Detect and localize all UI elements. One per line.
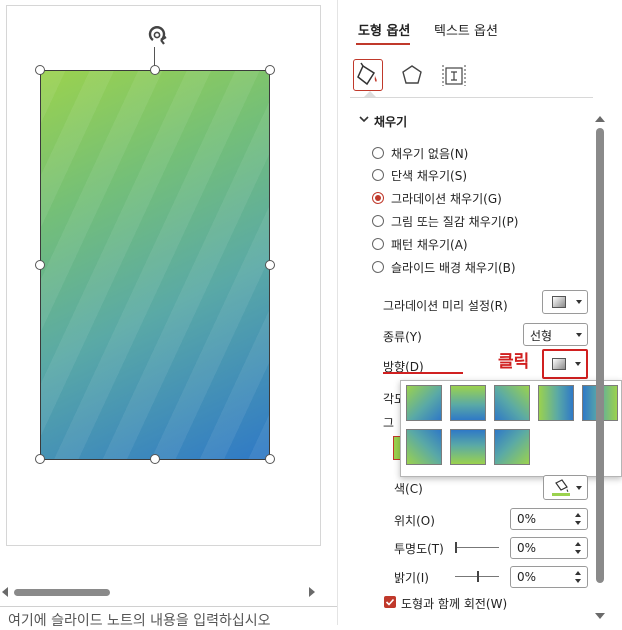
spin-up-icon[interactable] — [575, 571, 581, 575]
direction-swatch-8[interactable] — [494, 429, 530, 465]
transparency-slider-handle[interactable] — [455, 542, 457, 553]
position-label: 위치(O) — [394, 514, 435, 528]
preset-gradients-label: 그라데이션 미리 설정(R) — [383, 299, 508, 313]
type-label: 종류(Y) — [383, 330, 422, 344]
section-title-fill[interactable]: 채우기 — [374, 113, 407, 130]
direction-swatch-4[interactable] — [538, 385, 574, 421]
tab-shape-options[interactable]: 도형 옵션 — [358, 20, 410, 39]
radio-label: 그라데이션 채우기(G) — [391, 191, 502, 206]
spin-down-icon[interactable] — [575, 579, 581, 583]
paint-bucket-icon — [552, 479, 570, 496]
radio-label: 채우기 없음(N) — [391, 146, 469, 161]
direction-gallery — [400, 380, 622, 477]
click-annotation-text: 클릭 — [498, 352, 530, 372]
resize-handle-right[interactable] — [265, 260, 275, 270]
radio-button[interactable] — [372, 238, 384, 250]
transparency-slider[interactable] — [455, 547, 499, 548]
brightness-spinner[interactable]: 0% — [510, 566, 588, 588]
resize-handle-left[interactable] — [35, 260, 45, 270]
chevron-down-icon[interactable] — [359, 114, 369, 124]
radio-button[interactable] — [372, 169, 384, 181]
resize-handle-bottom[interactable] — [150, 454, 160, 464]
gradient-stops-label-partial: 그 — [383, 416, 395, 430]
spin-up-icon[interactable] — [575, 513, 581, 517]
brightness-label: 밝기(I) — [394, 571, 429, 585]
transparency-value: 0% — [517, 541, 537, 555]
brightness-slider-handle[interactable] — [477, 571, 479, 582]
color-label: 색(C) — [394, 482, 423, 496]
radio-solid-fill[interactable]: 단색 채우기(S) — [372, 166, 467, 184]
check-icon — [385, 598, 395, 606]
direction-button[interactable] — [542, 349, 588, 379]
radio-label: 단색 채우기(S) — [391, 168, 467, 183]
pane-divider — [350, 97, 593, 98]
annotation-underline — [383, 372, 463, 374]
radio-pattern-fill[interactable]: 패턴 채우기(A) — [372, 235, 468, 253]
radio-button[interactable] — [372, 215, 384, 227]
fill-line-icon[interactable] — [353, 59, 383, 91]
radio-label: 그림 또는 질감 채우기(P) — [391, 214, 519, 229]
rotate-with-shape-checkbox[interactable] — [384, 596, 396, 608]
tab-text-options[interactable]: 텍스트 옵션 — [434, 20, 498, 39]
vertical-scrollbar-thumb[interactable] — [596, 128, 604, 583]
resize-handle-bottom-right[interactable] — [265, 454, 275, 464]
preset-gradients-button[interactable] — [542, 290, 588, 314]
brightness-value: 0% — [517, 570, 537, 584]
size-properties-icon[interactable] — [439, 59, 469, 91]
radio-slide-background-fill[interactable]: 슬라이드 배경 채우기(B) — [372, 258, 516, 276]
radio-button[interactable] — [372, 261, 384, 273]
scroll-up-icon[interactable] — [595, 116, 605, 122]
radio-no-fill[interactable]: 채우기 없음(N) — [372, 144, 468, 162]
chevron-down-icon — [576, 333, 582, 337]
scroll-left-icon[interactable] — [2, 587, 8, 597]
direction-swatch-7[interactable] — [450, 429, 486, 465]
radio-gradient-fill[interactable]: 그라데이션 채우기(G) — [372, 189, 502, 207]
type-dropdown[interactable]: 선형 — [523, 323, 588, 346]
chevron-down-icon — [576, 486, 582, 490]
notes-divider[interactable] — [0, 606, 340, 607]
active-tab-indicator — [356, 43, 410, 45]
chevron-down-icon — [575, 362, 581, 366]
scroll-down-icon[interactable] — [595, 613, 605, 619]
spin-down-icon[interactable] — [575, 550, 581, 554]
radio-picture-texture-fill[interactable]: 그림 또는 질감 채우기(P) — [372, 212, 518, 230]
gradient-rectangle-shape[interactable] — [40, 70, 270, 460]
chevron-down-icon — [576, 300, 582, 304]
spin-up-icon[interactable] — [575, 542, 581, 546]
direction-swatch-3[interactable] — [494, 385, 530, 421]
resize-handle-top-left[interactable] — [35, 65, 45, 75]
radio-label: 패턴 채우기(A) — [391, 237, 468, 252]
direction-swatch-1[interactable] — [406, 385, 442, 421]
spin-down-icon[interactable] — [575, 521, 581, 525]
rotate-with-shape-label[interactable]: 도형과 함께 회전(W) — [401, 595, 507, 612]
radio-button-selected[interactable] — [372, 192, 384, 204]
resize-handle-top[interactable] — [150, 65, 160, 75]
direction-swatch-2[interactable] — [450, 385, 486, 421]
transparency-spinner[interactable]: 0% — [510, 537, 588, 559]
gradient-preview-icon — [552, 358, 566, 370]
scroll-right-icon[interactable] — [309, 587, 315, 597]
horizontal-scrollbar-thumb[interactable] — [14, 589, 110, 596]
rotation-handle-stem — [154, 47, 155, 66]
type-dropdown-value: 선형 — [530, 329, 553, 343]
radio-button[interactable] — [372, 147, 384, 159]
direction-swatch-6[interactable] — [406, 429, 442, 465]
radio-label: 슬라이드 배경 채우기(B) — [391, 260, 516, 275]
color-picker-button[interactable] — [543, 475, 588, 500]
effects-icon[interactable] — [397, 59, 427, 91]
position-spinner[interactable]: 0% — [510, 508, 588, 530]
transparency-label: 투명도(T) — [394, 542, 444, 556]
resize-handle-top-right[interactable] — [265, 65, 275, 75]
rotate-icon[interactable] — [143, 24, 171, 48]
resize-handle-bottom-left[interactable] — [35, 454, 45, 464]
position-value: 0% — [517, 512, 537, 526]
notes-placeholder[interactable]: 여기에 슬라이드 노트의 내용을 입력하십시오 — [8, 610, 271, 630]
gradient-preview-icon — [552, 296, 566, 308]
